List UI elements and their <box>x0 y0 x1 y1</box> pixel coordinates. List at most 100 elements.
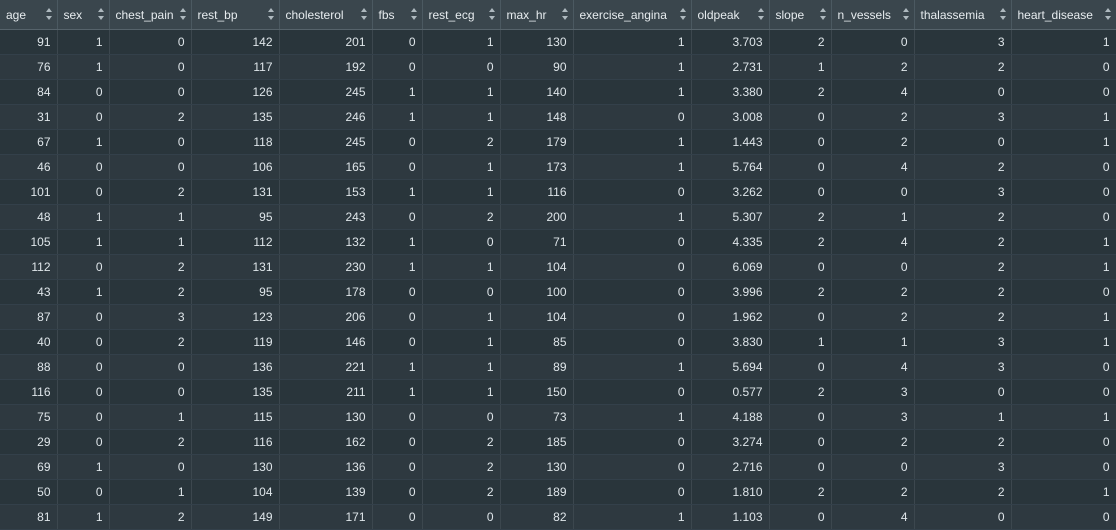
sort-arrows-icon[interactable] <box>679 8 687 20</box>
cell-max-hr[interactable]: 73 <box>500 404 574 430</box>
cell-fbs[interactable]: 1 <box>372 104 423 130</box>
cell-chest-pain[interactable]: 0 <box>109 379 192 405</box>
cell-age[interactable]: 69 <box>0 454 58 480</box>
cell-chest-pain[interactable]: 0 <box>109 29 192 55</box>
cell-sex[interactable]: 1 <box>57 54 110 80</box>
cell-thalassemia[interactable]: 2 <box>914 429 1012 455</box>
column-header-slope[interactable]: slope <box>769 0 832 30</box>
cell-thalassemia[interactable]: 2 <box>914 204 1012 230</box>
cell-rest-bp[interactable]: 106 <box>191 154 280 180</box>
cell-slope[interactable]: 0 <box>769 454 832 480</box>
cell-oldpeak[interactable]: 1.443 <box>691 129 770 155</box>
cell-oldpeak[interactable]: 1.962 <box>691 304 770 330</box>
cell-thalassemia[interactable]: 3 <box>914 454 1012 480</box>
cell-thalassemia[interactable]: 3 <box>914 329 1012 355</box>
column-header-cholesterol[interactable]: cholesterol <box>279 0 373 30</box>
cell-chest-pain[interactable]: 2 <box>109 279 192 305</box>
cell-exercise-angina[interactable]: 0 <box>573 179 692 205</box>
cell-rest-ecg[interactable]: 1 <box>422 304 501 330</box>
cell-n-vessels[interactable]: 4 <box>831 504 915 530</box>
sort-arrows-icon[interactable] <box>267 8 275 20</box>
cell-exercise-angina[interactable]: 0 <box>573 304 692 330</box>
cell-rest-ecg[interactable]: 0 <box>422 229 501 255</box>
cell-sex[interactable]: 0 <box>57 479 110 505</box>
sort-arrows-icon[interactable] <box>561 8 569 20</box>
cell-rest-bp[interactable]: 126 <box>191 79 280 105</box>
cell-n-vessels[interactable]: 4 <box>831 154 915 180</box>
cell-fbs[interactable]: 0 <box>372 429 423 455</box>
cell-max-hr[interactable]: 173 <box>500 154 574 180</box>
cell-sex[interactable]: 0 <box>57 104 110 130</box>
cell-thalassemia[interactable]: 2 <box>914 154 1012 180</box>
column-header-fbs[interactable]: fbs <box>372 0 423 30</box>
cell-cholesterol[interactable]: 171 <box>279 504 373 530</box>
cell-rest-bp[interactable]: 131 <box>191 254 280 280</box>
cell-heart-disease[interactable]: 1 <box>1011 304 1116 330</box>
cell-max-hr[interactable]: 100 <box>500 279 574 305</box>
cell-chest-pain[interactable]: 1 <box>109 404 192 430</box>
cell-slope[interactable]: 0 <box>769 404 832 430</box>
cell-cholesterol[interactable]: 146 <box>279 329 373 355</box>
sort-arrows-icon[interactable] <box>999 8 1007 20</box>
cell-thalassemia[interactable]: 3 <box>914 104 1012 130</box>
cell-exercise-angina[interactable]: 0 <box>573 254 692 280</box>
cell-fbs[interactable]: 1 <box>372 179 423 205</box>
cell-exercise-angina[interactable]: 1 <box>573 204 692 230</box>
cell-n-vessels[interactable]: 2 <box>831 104 915 130</box>
cell-sex[interactable]: 1 <box>57 204 110 230</box>
cell-slope[interactable]: 0 <box>769 254 832 280</box>
cell-heart-disease[interactable]: 1 <box>1011 254 1116 280</box>
cell-heart-disease[interactable]: 0 <box>1011 54 1116 80</box>
cell-heart-disease[interactable]: 0 <box>1011 454 1116 480</box>
cell-rest-bp[interactable]: 119 <box>191 329 280 355</box>
cell-rest-bp[interactable]: 130 <box>191 454 280 480</box>
cell-fbs[interactable]: 0 <box>372 454 423 480</box>
cell-cholesterol[interactable]: 230 <box>279 254 373 280</box>
table-row[interactable]: 101 0 2 131 153 1 1 116 0 3.262 0 0 3 0 <box>0 179 1116 205</box>
cell-n-vessels[interactable]: 0 <box>831 179 915 205</box>
cell-rest-ecg[interactable]: 2 <box>422 129 501 155</box>
cell-chest-pain[interactable]: 3 <box>109 304 192 330</box>
cell-heart-disease[interactable]: 0 <box>1011 379 1116 405</box>
cell-fbs[interactable]: 0 <box>372 204 423 230</box>
cell-slope[interactable]: 0 <box>769 104 832 130</box>
cell-age[interactable]: 81 <box>0 504 58 530</box>
cell-heart-disease[interactable]: 0 <box>1011 279 1116 305</box>
cell-age[interactable]: 112 <box>0 254 58 280</box>
cell-cholesterol[interactable]: 245 <box>279 129 373 155</box>
table-row[interactable]: 88 0 0 136 221 1 1 89 1 5.694 0 4 3 0 <box>0 354 1116 380</box>
cell-n-vessels[interactable]: 3 <box>831 379 915 405</box>
cell-cholesterol[interactable]: 211 <box>279 379 373 405</box>
cell-sex[interactable]: 1 <box>57 129 110 155</box>
cell-heart-disease[interactable]: 0 <box>1011 354 1116 380</box>
cell-fbs[interactable]: 0 <box>372 329 423 355</box>
cell-heart-disease[interactable]: 0 <box>1011 429 1116 455</box>
cell-slope[interactable]: 2 <box>769 229 832 255</box>
cell-chest-pain[interactable]: 1 <box>109 229 192 255</box>
table-row[interactable]: 116 0 0 135 211 1 1 150 0 0.577 2 3 0 0 <box>0 379 1116 405</box>
cell-cholesterol[interactable]: 178 <box>279 279 373 305</box>
cell-exercise-angina[interactable]: 0 <box>573 279 692 305</box>
cell-max-hr[interactable]: 82 <box>500 504 574 530</box>
cell-sex[interactable]: 0 <box>57 429 110 455</box>
column-header-n-vessels[interactable]: n_vessels <box>831 0 915 30</box>
cell-max-hr[interactable]: 104 <box>500 254 574 280</box>
cell-sex[interactable]: 0 <box>57 79 110 105</box>
table-row[interactable]: 48 1 1 95 243 0 2 200 1 5.307 2 1 2 0 <box>0 204 1116 230</box>
cell-rest-ecg[interactable]: 1 <box>422 79 501 105</box>
table-row[interactable]: 29 0 2 116 162 0 2 185 0 3.274 0 2 2 0 <box>0 429 1116 455</box>
cell-oldpeak[interactable]: 6.069 <box>691 254 770 280</box>
cell-oldpeak[interactable]: 2.716 <box>691 454 770 480</box>
cell-fbs[interactable]: 0 <box>372 479 423 505</box>
cell-rest-ecg[interactable]: 2 <box>422 204 501 230</box>
sort-arrows-icon[interactable] <box>410 8 418 20</box>
cell-max-hr[interactable]: 90 <box>500 54 574 80</box>
cell-thalassemia[interactable]: 2 <box>914 479 1012 505</box>
cell-sex[interactable]: 0 <box>57 179 110 205</box>
cell-rest-ecg[interactable]: 1 <box>422 354 501 380</box>
cell-oldpeak[interactable]: 5.307 <box>691 204 770 230</box>
cell-n-vessels[interactable]: 3 <box>831 404 915 430</box>
sort-arrows-icon[interactable] <box>819 8 827 20</box>
cell-cholesterol[interactable]: 139 <box>279 479 373 505</box>
cell-thalassemia[interactable]: 0 <box>914 504 1012 530</box>
